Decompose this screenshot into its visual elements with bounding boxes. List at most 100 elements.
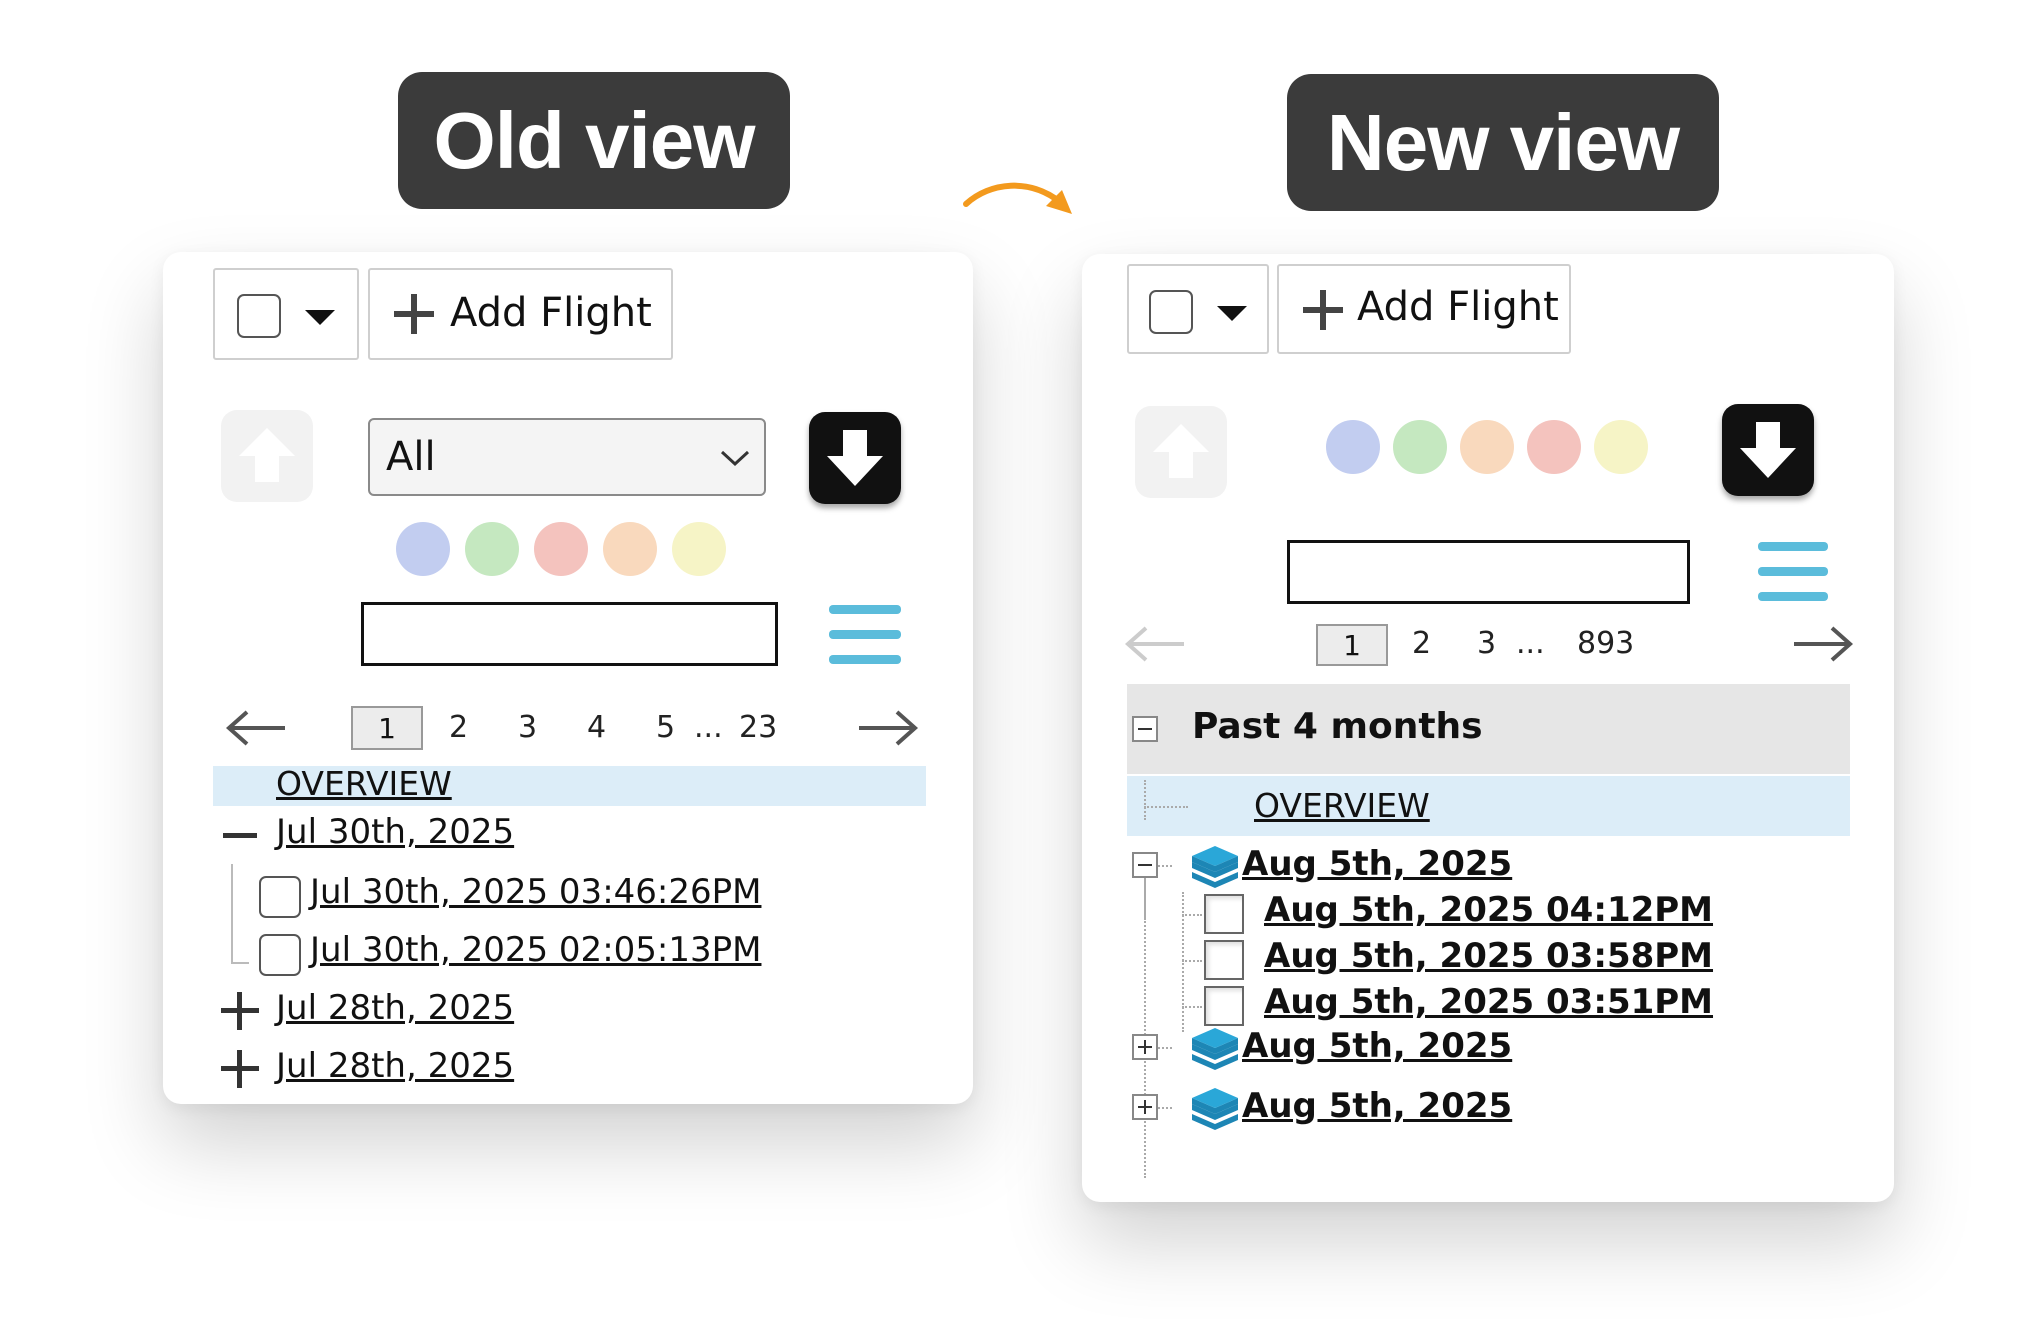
color-filter-dot[interactable] [396, 522, 450, 576]
search-input[interactable] [1287, 540, 1690, 604]
add-flight-label: Add Flight [1357, 284, 1559, 330]
hamburger-menu-icon[interactable] [829, 605, 901, 665]
arrow-right-icon[interactable] [857, 708, 919, 748]
layers-icon [1192, 1088, 1238, 1130]
filter-select-value: All [386, 434, 436, 480]
caret-down-icon [305, 310, 335, 325]
new-flight-panel: Add Flight 1 2 3 ... 893 Past 4 months O… [1082, 254, 1894, 1202]
select-all-dropdown[interactable] [213, 268, 359, 360]
old-flight-panel: Add Flight All 1 2 3 4 5 ... 23 OVERVIEW… [163, 252, 973, 1104]
date-group-link[interactable]: Aug 5th, 2025 [1242, 844, 1512, 884]
expand-plus-icon[interactable] [221, 992, 259, 1030]
flight-checkbox[interactable] [1204, 894, 1244, 934]
tree-connector [1144, 806, 1188, 808]
color-filter-dot[interactable] [1326, 420, 1380, 474]
overview-row[interactable] [1127, 776, 1850, 836]
color-filter-dot[interactable] [465, 522, 519, 576]
select-all-checkbox[interactable] [1149, 290, 1193, 334]
date-group-link[interactable]: Aug 5th, 2025 [1242, 1086, 1512, 1126]
plus-icon [1303, 290, 1343, 330]
collapse-section-icon[interactable] [1132, 716, 1158, 742]
date-group-link[interactable]: Aug 5th, 2025 [1242, 1026, 1512, 1066]
color-filter-dot[interactable] [1460, 420, 1514, 474]
flight-checkbox[interactable] [1204, 986, 1244, 1026]
section-title: Past 4 months [1192, 706, 1483, 747]
arrow-right-icon[interactable] [1792, 624, 1854, 664]
page-link[interactable]: 3 [518, 710, 537, 745]
upload-up-button[interactable] [221, 410, 313, 502]
date-group-link[interactable]: Jul 28th, 2025 [276, 988, 514, 1028]
transition-arrow-icon [963, 182, 1072, 214]
color-filter-dot[interactable] [603, 522, 657, 576]
page-ellipsis: ... [694, 710, 723, 745]
search-input[interactable] [361, 602, 778, 666]
color-filter-dot[interactable] [1393, 420, 1447, 474]
arrow-left-icon[interactable] [225, 708, 287, 748]
overview-link[interactable]: OVERVIEW [276, 764, 452, 803]
page-link-last[interactable]: 23 [739, 710, 777, 745]
flight-checkbox[interactable] [1204, 940, 1244, 980]
chevron-down-icon [720, 450, 750, 467]
select-all-checkbox[interactable] [237, 294, 281, 338]
page-link[interactable]: 5 [656, 710, 675, 745]
color-filter-dot[interactable] [672, 522, 726, 576]
tree-connector [1182, 892, 1184, 1032]
layers-icon [1192, 1028, 1238, 1070]
page-link[interactable]: 4 [587, 710, 606, 745]
download-button[interactable] [1722, 404, 1814, 496]
arrow-left-icon[interactable] [1124, 624, 1186, 664]
page-link[interactable]: 3 [1477, 626, 1496, 661]
page-link[interactable]: 2 [449, 710, 468, 745]
arrow-down-icon [1740, 422, 1796, 478]
old-view-badge: Old view [398, 72, 790, 209]
flight-link[interactable]: Jul 30th, 2025 02:05:13PM [310, 930, 761, 970]
upload-up-button[interactable] [1135, 406, 1227, 498]
filter-select[interactable]: All [368, 418, 766, 496]
flight-link[interactable]: Aug 5th, 2025 03:58PM [1264, 936, 1713, 976]
plus-icon [394, 294, 434, 334]
page-ellipsis: ... [1516, 626, 1545, 661]
tree-connector [1182, 914, 1202, 916]
arrow-up-icon [1153, 424, 1209, 478]
expand-plus-icon[interactable] [221, 1050, 259, 1088]
tree-connector [1158, 1107, 1172, 1109]
add-flight-label: Add Flight [450, 290, 652, 336]
page-link[interactable]: 2 [1412, 626, 1431, 661]
flight-checkbox[interactable] [259, 934, 301, 976]
hamburger-menu-icon[interactable] [1758, 542, 1828, 602]
flight-link[interactable]: Jul 30th, 2025 03:46:26PM [310, 872, 761, 912]
tree-connector [1158, 1047, 1172, 1049]
date-group-link[interactable]: Jul 28th, 2025 [276, 1046, 514, 1086]
date-group-link[interactable]: Jul 30th, 2025 [276, 812, 514, 852]
arrow-down-icon [827, 430, 883, 486]
collapse-group-icon[interactable] [1132, 852, 1158, 878]
tree-connector [1158, 865, 1172, 867]
add-flight-button[interactable]: Add Flight [368, 268, 673, 360]
arrow-up-icon [239, 428, 295, 482]
tree-connector [1144, 780, 1146, 820]
overview-link[interactable]: OVERVIEW [1254, 786, 1430, 825]
color-filter-dot[interactable] [534, 522, 588, 576]
add-flight-button[interactable]: Add Flight [1277, 264, 1571, 354]
flight-link[interactable]: Aug 5th, 2025 04:12PM [1264, 890, 1713, 930]
page-current[interactable]: 1 [351, 706, 423, 750]
page-link-last[interactable]: 893 [1577, 626, 1634, 661]
color-filter-dot[interactable] [1527, 420, 1581, 474]
tree-connector [1182, 1006, 1202, 1008]
layers-icon [1192, 846, 1238, 888]
tree-connector [1182, 960, 1202, 962]
tree-connector [1144, 878, 1146, 1178]
flight-link[interactable]: Aug 5th, 2025 03:51PM [1264, 982, 1713, 1022]
page-current[interactable]: 1 [1316, 624, 1388, 666]
flight-checkbox[interactable] [259, 876, 301, 918]
tree-connector [231, 962, 249, 964]
download-button[interactable] [809, 412, 901, 504]
tree-connector [231, 864, 233, 962]
select-all-dropdown[interactable] [1127, 264, 1269, 354]
new-view-badge: New view [1287, 74, 1719, 211]
color-filter-dot[interactable] [1594, 420, 1648, 474]
expand-group-icon[interactable] [1132, 1034, 1158, 1060]
collapse-minus-icon[interactable] [223, 818, 257, 852]
caret-down-icon [1217, 306, 1247, 321]
expand-group-icon[interactable] [1132, 1094, 1158, 1120]
